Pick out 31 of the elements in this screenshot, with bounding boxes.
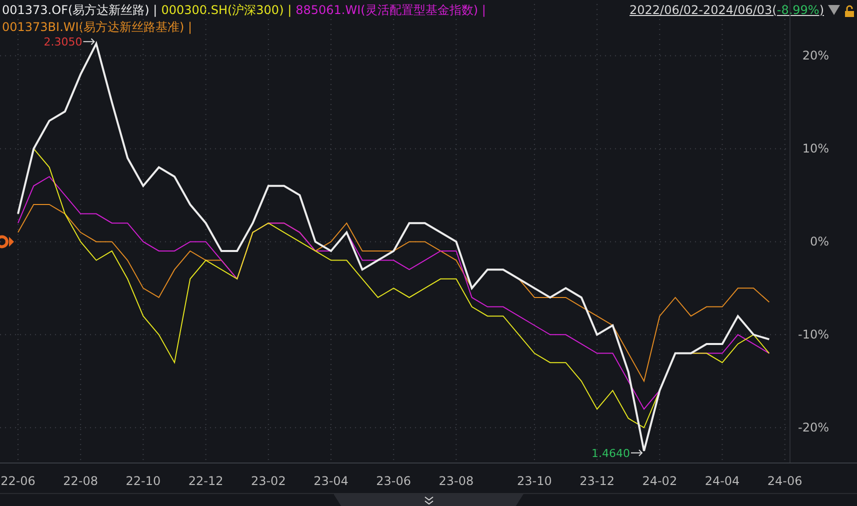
date-range[interactable]: 2022/06/02-2024/06/03(-8.99%): [630, 2, 824, 18]
x-axis-label: 23-10: [517, 474, 552, 488]
start-marker-icon: [0, 235, 14, 248]
value-annotation: 2.3050: [44, 36, 82, 49]
legend-item[interactable]: 001373BI.WI(易方达新丝路基准) |: [2, 18, 192, 35]
x-axis-label: 23-06: [376, 474, 412, 488]
y-axis-label: -10%: [798, 328, 829, 342]
x-axis-label: 23-12: [580, 474, 614, 488]
x-axis-label: 22-06: [0, 474, 36, 488]
x-axis-label: 24-02: [642, 474, 678, 488]
x-axis-label: 23-02: [250, 474, 286, 488]
y-axis-label: 20%: [802, 48, 829, 63]
value-annotation: 1.4640: [592, 446, 630, 460]
x-axis-label: 24-04: [704, 474, 740, 488]
x-axis-label: 24-06: [767, 474, 802, 488]
leader-line: [82, 38, 95, 46]
chevron-down-icon: [424, 496, 434, 504]
lock-icon[interactable]: [844, 5, 855, 17]
legend-item[interactable]: 000300.SH(沪深300) |: [161, 2, 292, 18]
x-axis-label: 23-08: [438, 474, 474, 488]
dropdown-icon[interactable]: [828, 5, 840, 15]
legend-item[interactable]: 001373.OF(易方达新丝路) |: [2, 2, 158, 18]
x-axis-label: 23-04: [314, 474, 348, 488]
x-axis-label: 22-08: [63, 474, 98, 488]
leader-line: [630, 449, 643, 456]
y-axis-label: 10%: [802, 142, 829, 156]
x-axis-label: 22-10: [126, 474, 161, 488]
y-axis-label: -20%: [798, 420, 829, 435]
legend-item[interactable]: 885061.WI(灵活配置型基金指数) |: [296, 2, 486, 18]
y-axis-label: 0%: [810, 234, 829, 249]
x-axis-label: 22-12: [188, 474, 224, 488]
